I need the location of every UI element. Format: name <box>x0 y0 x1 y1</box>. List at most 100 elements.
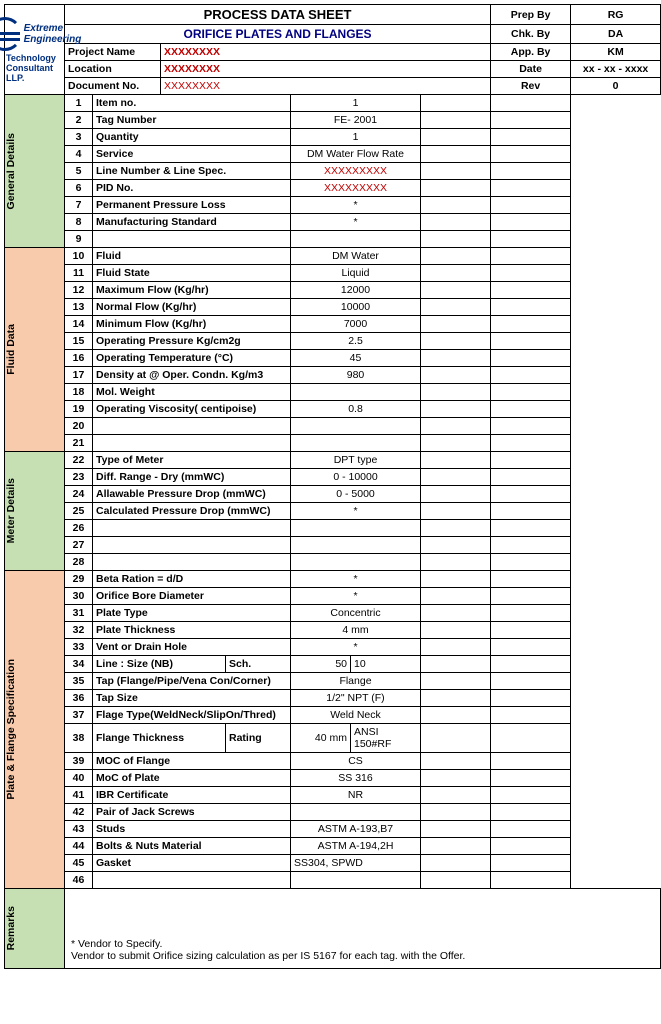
row-value: 12000 <box>291 282 421 299</box>
title-main: PROCESS DATA SHEET <box>65 5 491 25</box>
row-value: 2.5 <box>291 333 421 350</box>
row-num: 39 <box>65 753 93 770</box>
row-empty <box>421 299 491 316</box>
row-empty <box>421 770 491 787</box>
row-label <box>93 435 291 452</box>
project-name-value: XXXXXXXX <box>161 44 491 61</box>
row-empty <box>491 486 571 503</box>
row-num: 25 <box>65 503 93 520</box>
row-num: 33 <box>65 639 93 656</box>
row-value-2: 10 <box>351 656 421 673</box>
row-value: XXXXXXXXX <box>291 163 421 180</box>
row-label: Fluid <box>93 248 291 265</box>
row-empty <box>491 282 571 299</box>
row-empty <box>421 571 491 588</box>
row-num: 27 <box>65 537 93 554</box>
row-value: * <box>291 588 421 605</box>
row-value: SS 316 <box>291 770 421 787</box>
row-empty <box>491 588 571 605</box>
row-empty <box>491 821 571 838</box>
row-empty <box>491 503 571 520</box>
row-num: 45 <box>65 855 93 872</box>
row-value: ASTM A-194,2H <box>291 838 421 855</box>
row-label: Tap Size <box>93 690 291 707</box>
row-empty <box>491 753 571 770</box>
row-value-1: 40 mm <box>291 724 351 753</box>
row-empty <box>421 554 491 571</box>
row-num: 14 <box>65 316 93 333</box>
row-value: Weld Neck <box>291 707 421 724</box>
row-empty <box>421 520 491 537</box>
row-value: 10000 <box>291 299 421 316</box>
row-empty <box>491 520 571 537</box>
row-label: Flage Type(WeldNeck/SlipOn/Thred) <box>93 707 291 724</box>
row-empty <box>421 872 491 889</box>
row-label: IBR Certificate <box>93 787 291 804</box>
row-num: 3 <box>65 129 93 146</box>
row-value: Liquid <box>291 265 421 282</box>
row-label <box>93 872 291 889</box>
row-num: 20 <box>65 418 93 435</box>
section-general: General Details <box>5 95 65 248</box>
data-sheet-table: Extreme Engineering Technology Consultan… <box>4 4 661 969</box>
remarks-line-1: * Vendor to Specify. <box>71 938 654 950</box>
company-logo: Extreme Engineering Technology Consultan… <box>5 5 65 95</box>
location-value: XXXXXXXX <box>161 61 491 78</box>
row-num: 30 <box>65 588 93 605</box>
logo-text-1: Extreme <box>24 23 82 34</box>
row-empty <box>491 435 571 452</box>
chk-by-label: Chk. By <box>491 25 571 44</box>
row-num: 41 <box>65 787 93 804</box>
rev-label: Rev <box>491 78 571 95</box>
row-empty <box>421 112 491 129</box>
row-value: DM Water Flow Rate <box>291 146 421 163</box>
row-num: 34 <box>65 656 93 673</box>
row-label <box>93 231 291 248</box>
row-empty <box>491 299 571 316</box>
row-empty <box>421 838 491 855</box>
row-label: Calculated Pressure Drop (mmWC) <box>93 503 291 520</box>
row-label: Diff. Range - Dry (mmWC) <box>93 469 291 486</box>
section-plate: Plate & Flange Specification <box>5 571 65 889</box>
row-value: Flange <box>291 673 421 690</box>
row-num: 43 <box>65 821 93 838</box>
row-value: * <box>291 571 421 588</box>
row-empty <box>421 605 491 622</box>
row-value <box>291 537 421 554</box>
row-num: 10 <box>65 248 93 265</box>
row-num: 32 <box>65 622 93 639</box>
row-num: 12 <box>65 282 93 299</box>
row-label: Gasket <box>93 855 291 872</box>
row-empty <box>491 872 571 889</box>
row-empty <box>491 639 571 656</box>
row-value: SS304, SPWD <box>291 855 421 872</box>
chk-by-value: DA <box>571 25 661 44</box>
row-num: 37 <box>65 707 93 724</box>
row-empty <box>491 537 571 554</box>
row-empty <box>491 673 571 690</box>
row-empty <box>421 588 491 605</box>
row-label: Permanent Pressure Loss <box>93 197 291 214</box>
row-num: 38 <box>65 724 93 753</box>
row-empty <box>421 724 491 753</box>
row-empty <box>421 350 491 367</box>
row-num: 6 <box>65 180 93 197</box>
row-value-1: 50 <box>291 656 351 673</box>
row-label: Pair of Jack Screws <box>93 804 291 821</box>
row-empty <box>421 486 491 503</box>
row-value: * <box>291 197 421 214</box>
row-value <box>291 520 421 537</box>
row-num: 26 <box>65 520 93 537</box>
app-by-label: App. By <box>491 44 571 61</box>
row-label: Minimum Flow (Kg/hr) <box>93 316 291 333</box>
row-empty <box>421 95 491 112</box>
row-num: 36 <box>65 690 93 707</box>
row-empty <box>421 821 491 838</box>
app-by-value: KM <box>571 44 661 61</box>
row-num: 5 <box>65 163 93 180</box>
row-label: Operating Pressure Kg/cm2g <box>93 333 291 350</box>
row-empty <box>491 855 571 872</box>
row-num: 17 <box>65 367 93 384</box>
row-num: 7 <box>65 197 93 214</box>
row-num: 28 <box>65 554 93 571</box>
